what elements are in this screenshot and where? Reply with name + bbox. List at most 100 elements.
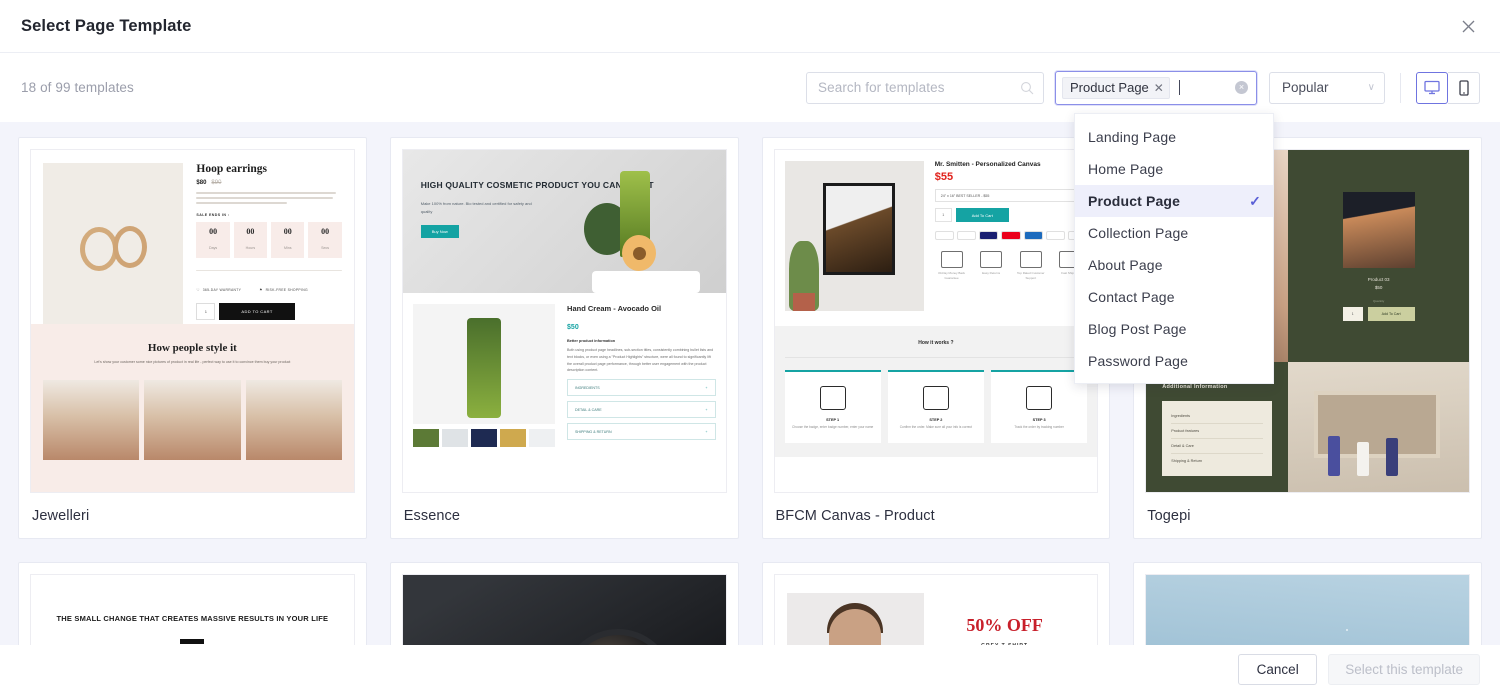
preview-section-title: How it works ? [784,340,1088,358]
info-row: Detail & Care [1171,439,1264,454]
template-preview: THE SMALL CHANGE THAT CREATES MASSIVE RE… [30,574,355,645]
filter-chip-label: Product Page [1070,80,1149,95]
preview-product-title: Hand Cream - Avocado Oil [567,304,662,313]
modal-header: Select Page Template [0,0,1500,53]
preview-hero-cta: Buy Now [420,224,459,238]
compare-price: $90 [211,180,222,186]
preview-section-title: Additional Information [1162,384,1228,390]
template-card-name: Togepi [1147,507,1191,524]
quantity-input: 1 [934,208,952,222]
preview-price: $50 [567,324,579,331]
template-card-row2-3[interactable]: 50% OFF GREY T-SHIRT [761,562,1111,645]
dropdown-item-collection-page[interactable]: Collection Page [1075,217,1273,249]
template-preview: 50% OFF GREY T-SHIRT [773,574,1099,645]
dropdown-item-label: Password Page [1088,353,1189,369]
add-to-cart-button: Add To Cart [1367,306,1415,321]
template-grid-area[interactable]: Hoop earrings $80 $90 SALE ENDS IN : 00 Da… [0,122,1500,645]
preview-hero-text: Make 100% from nature. Bio tested and ce… [420,201,532,214]
dropdown-item-product-page[interactable]: Product Page ✓ [1075,185,1273,217]
search-input[interactable]: Search for templates [806,71,1044,104]
desktop-icon [1424,80,1440,95]
dropdown-item-label: Home Page [1088,161,1164,177]
text-caret [1178,80,1180,95]
variant-select: 24" x 16" BEST SELLER - $55 [934,189,1088,202]
template-preview [401,574,727,645]
dropdown-item-about-page[interactable]: About Page [1075,249,1273,281]
sort-selected-label: Popular [1282,80,1329,95]
timer-unit: Mins [283,246,292,250]
toolbar-divider [1400,72,1401,103]
preview-price: $50 [1374,284,1383,290]
filter-chip-remove-icon[interactable]: ✕ [1154,82,1164,94]
toolbar-controls: Search for templates Product Page ✕ × Po… [806,70,1480,105]
template-card-essence[interactable]: HIGH QUALITY COSMETIC PRODUCT YOU CAN TR… [389,137,739,539]
mobile-view-button[interactable] [1448,71,1480,104]
timer-value: 00 [283,227,292,236]
view-mode-toggle [1416,71,1480,104]
template-card-bfcm-canvas[interactable]: Mr. Smitten - Personalized Canvas $55 24… [761,137,1111,539]
cancel-button[interactable]: Cancel [1238,653,1318,685]
cart-icon [922,386,949,410]
preview-price: $80 $90 [196,180,341,186]
search-icon [1020,81,1034,95]
info-row: Product features [1171,424,1264,439]
toolbar: 18 of 99 templates Search for templates … [0,53,1500,122]
dropdown-item-landing-page[interactable]: Landing Page [1075,121,1273,153]
price-value: $80 [196,180,207,186]
check-icon: ✓ [1249,192,1261,209]
info-row: Shipping & Return [1171,459,1203,463]
template-card-name: Essence [403,507,461,524]
step-label: STEP 3 [1032,418,1046,422]
countdown-timer: 00 Days 00 Hours 00 Mins 00 Secs [196,222,342,258]
sort-select[interactable]: Popular ∨ [1269,71,1385,104]
timer-unit: Hours [245,246,256,250]
dropdown-item-label: Landing Page [1088,129,1177,145]
template-card-row2-2[interactable] [389,562,739,645]
preview-section-title: How people style it [147,342,237,354]
plus-icon: + [705,407,708,412]
desktop-view-button[interactable] [1416,71,1448,104]
template-card-jewelleri[interactable]: Hoop earrings $80 $90 SALE ENDS IN : 00 Da… [18,137,367,539]
quantity-input: 1 [196,303,216,320]
dropdown-item-label: Blog Post Page [1088,321,1187,337]
modal-footer: Cancel Select this template [0,645,1500,693]
preview-discount: 50% OFF [966,615,1043,635]
template-card-row2-1[interactable]: THE SMALL CHANGE THAT CREATES MASSIVE RE… [18,562,367,645]
payment-badges [934,231,1088,240]
clear-filters-icon[interactable]: × [1235,81,1248,94]
dropdown-item-password-page[interactable]: Password Page [1075,345,1273,377]
badge-shipping: ⚑ RISK-FREE SHOPPING [259,288,308,292]
template-card-name: Jewelleri [32,507,90,524]
template-card-row2-4[interactable] [1133,562,1482,645]
trust-label: 30-Day Money Back Guarantee [938,271,966,280]
page-type-dropdown-menu[interactable]: Landing Page Home Page Product Page ✓ Co… [1074,113,1274,384]
info-row: Ingredients [1171,409,1264,424]
timer-value: 00 [321,227,330,236]
chevron-down-icon: ∨ [1367,82,1375,93]
template-preview: Mr. Smitten - Personalized Canvas $55 24… [773,149,1099,493]
step-label: STEP 1 [826,418,840,422]
plus-icon: + [705,385,708,390]
preview-product-title: Hoop earrings [196,163,268,175]
template-count-label: 18 of 99 templates [21,80,134,95]
close-icon [1462,20,1474,32]
preview-subtitle: Better product information [567,339,616,343]
template-preview: HIGH QUALITY COSMETIC PRODUCT YOU CAN TR… [401,149,727,493]
timer-unit: Days [208,246,218,250]
accordion-item: SHIPPING & RETURN + [567,423,716,441]
dropdown-item-contact-page[interactable]: Contact Page [1075,281,1273,313]
close-button[interactable] [1454,12,1482,40]
preview-product-title: Product 03 [1367,276,1390,282]
timer-value: 00 [209,227,218,236]
page-type-filter-select[interactable]: Product Page ✕ × [1055,70,1257,105]
template-preview [1145,574,1470,645]
step-text: Track the order by tracking number [1014,425,1064,429]
quantity-input: 1 [1342,306,1363,321]
timer-unit: Secs [321,246,330,250]
delivery-icon [1026,386,1053,410]
dropdown-item-home-page[interactable]: Home Page [1075,153,1273,185]
accordion-item: INGREDIENTS + [567,379,716,397]
dropdown-item-blog-post-page[interactable]: Blog Post Page [1075,313,1273,345]
filter-chip-product-page[interactable]: Product Page ✕ [1062,76,1170,99]
mobile-icon [1458,79,1469,96]
